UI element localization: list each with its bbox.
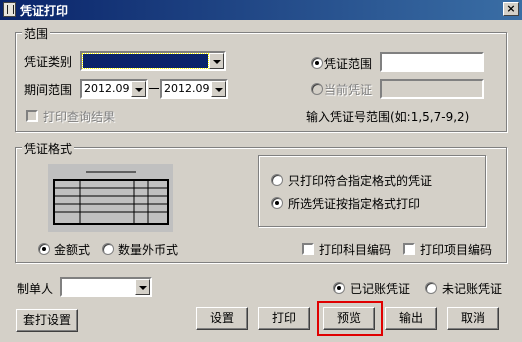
current-voucher-input[interactable] — [380, 79, 484, 99]
cancel-button[interactable]: 取消 — [447, 307, 499, 330]
app-icon — [3, 2, 16, 17]
format-group-label: 凭证格式 — [22, 140, 75, 157]
current-voucher-label: 当前凭证 — [324, 83, 373, 97]
foreign-currency-label: 数量外币式 — [118, 243, 179, 257]
posted-voucher-label: 已记账凭证 — [350, 282, 411, 296]
voucher-type-select[interactable] — [80, 51, 226, 71]
format-options-box — [258, 155, 486, 227]
print-query-checkbox[interactable] — [26, 110, 38, 122]
title-bar: 凭证打印 × — [0, 0, 522, 20]
foreign-currency-radio[interactable] — [102, 243, 114, 255]
period-range-label: 期间范围 — [24, 83, 73, 97]
maker-select[interactable] — [60, 277, 152, 297]
range-group-label: 范围 — [22, 25, 51, 42]
posted-voucher-radio[interactable] — [333, 282, 345, 294]
only-matching-format-radio[interactable] — [271, 174, 283, 186]
voucher-type-selection — [82, 53, 209, 69]
current-voucher-radio[interactable] — [311, 83, 323, 95]
print-subject-code-label: 打印科目编码 — [319, 243, 392, 257]
print-query-label: 打印查询结果 — [43, 110, 116, 124]
voucher-type-label: 凭证类别 — [24, 55, 73, 69]
chevron-down-icon[interactable] — [209, 53, 224, 69]
selected-format-label: 所选凭证按指定格式打印 — [288, 197, 421, 211]
amount-style-label: 金额式 — [54, 243, 91, 257]
print-button[interactable]: 打印 — [258, 307, 310, 330]
amount-style-radio[interactable] — [38, 243, 50, 255]
voucher-range-radio[interactable] — [311, 57, 323, 69]
period-to-select[interactable]: 2012.09 — [160, 79, 228, 99]
print-project-code-label: 打印项目编码 — [420, 243, 493, 257]
unposted-voucher-label: 未记账凭证 — [442, 282, 503, 296]
unposted-voucher-radio[interactable] — [425, 282, 437, 294]
settings-button[interactable]: 设置 — [196, 307, 248, 330]
maker-label: 制单人 — [17, 282, 54, 296]
template-settings-button[interactable]: 套打设置 — [16, 309, 78, 332]
chevron-down-icon[interactable] — [131, 81, 146, 97]
chevron-down-icon[interactable] — [135, 279, 150, 295]
voucher-format-preview — [48, 164, 173, 232]
chevron-down-icon[interactable] — [211, 81, 226, 97]
period-from-select[interactable]: 2012.09 — [80, 79, 148, 99]
voucher-range-input[interactable] — [380, 52, 484, 72]
export-button[interactable]: 输出 — [385, 307, 437, 330]
selected-format-radio[interactable] — [271, 197, 283, 209]
print-project-code-checkbox[interactable] — [403, 243, 415, 255]
close-button[interactable]: × — [503, 2, 519, 16]
voucher-table-icon — [53, 171, 169, 225]
period-separator — [149, 88, 159, 89]
voucher-range-label: 凭证范围 — [324, 57, 373, 71]
window-title: 凭证打印 — [20, 4, 69, 18]
only-matching-format-label: 只打印符合指定格式的凭证 — [288, 174, 433, 188]
preview-button[interactable]: 预览 — [323, 307, 375, 330]
voucher-range-hint: 输入凭证号范围(如:1,5,7-9,2) — [306, 110, 470, 124]
print-subject-code-checkbox[interactable] — [302, 243, 314, 255]
